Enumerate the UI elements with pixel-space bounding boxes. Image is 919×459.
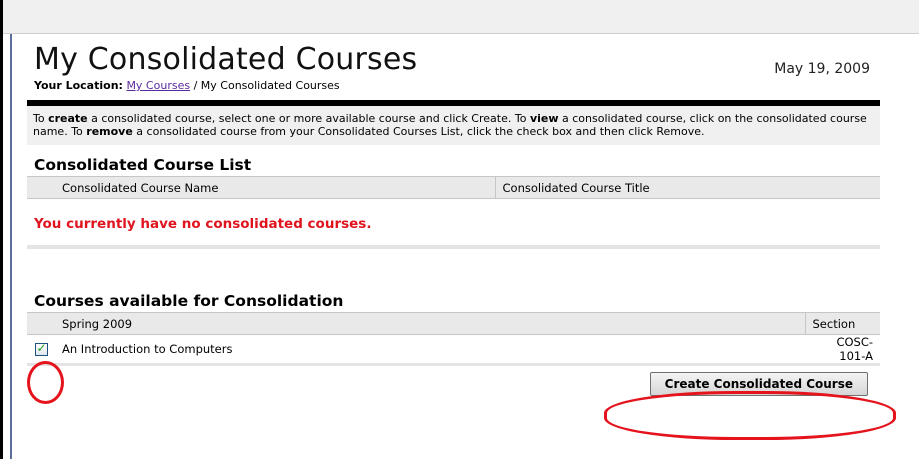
instructions-part: To [33,112,49,125]
main-content: My Consolidated Courses Your Location: M… [27,34,880,406]
page-date: May 19, 2009 [774,61,870,77]
column-header-section: Section [804,312,880,335]
empty-list-message: You currently have no consolidated cours… [34,216,372,232]
column-header-term: Spring 2009 [55,312,805,335]
instructions-keyword-remove: remove [86,125,133,138]
frame-left-border [10,34,12,459]
instructions-part: a consolidated course, select one or mor… [87,112,530,125]
consolidated-list-table: Consolidated Course Name Consolidated Co… [27,176,880,199]
window-left-edge [0,0,3,459]
instructions-keyword-create: create [48,112,88,125]
course-section: COSC-101-A [805,334,880,366]
available-header-row: Spring 2009 Section [27,312,880,335]
action-row: Create Consolidated Course [27,366,880,406]
breadcrumb-link-my-courses[interactable]: My Courses [126,79,190,92]
checkbox-column-header [27,312,55,335]
course-checkbox-cell [27,334,55,366]
available-courses-heading: Courses available for Consolidation [34,292,344,310]
instructions-text: To create a consolidated course, select … [27,106,880,145]
breadcrumb: Your Location: My Courses / My Consolida… [34,79,340,92]
browser-top-bar [0,0,919,34]
instructions-keyword-view: view [529,112,559,125]
course-checkbox[interactable] [34,341,48,356]
create-consolidated-course-button[interactable]: Create Consolidated Course [649,372,868,396]
table-row: An Introduction to Computers COSC-101-A [27,334,880,366]
available-courses-table: Spring 2009 Section An Introduction to C… [27,312,880,366]
column-header-course-title: Consolidated Course Title [494,176,880,199]
instructions-part: a consolidated course from your Consolid… [132,125,705,138]
page-header: My Consolidated Courses Your Location: M… [27,34,880,98]
checkbox-column-header [27,176,55,199]
breadcrumb-label: Your Location: [34,79,123,92]
breadcrumb-current: My Consolidated Courses [200,79,340,92]
course-name: An Introduction to Computers [55,334,805,366]
consolidated-list-header-row: Consolidated Course Name Consolidated Co… [27,176,880,199]
column-header-course-name: Consolidated Course Name [55,176,495,199]
page-title: My Consolidated Courses [34,42,418,77]
breadcrumb-separator: / [190,79,201,92]
consolidated-list-heading: Consolidated Course List [34,156,252,174]
